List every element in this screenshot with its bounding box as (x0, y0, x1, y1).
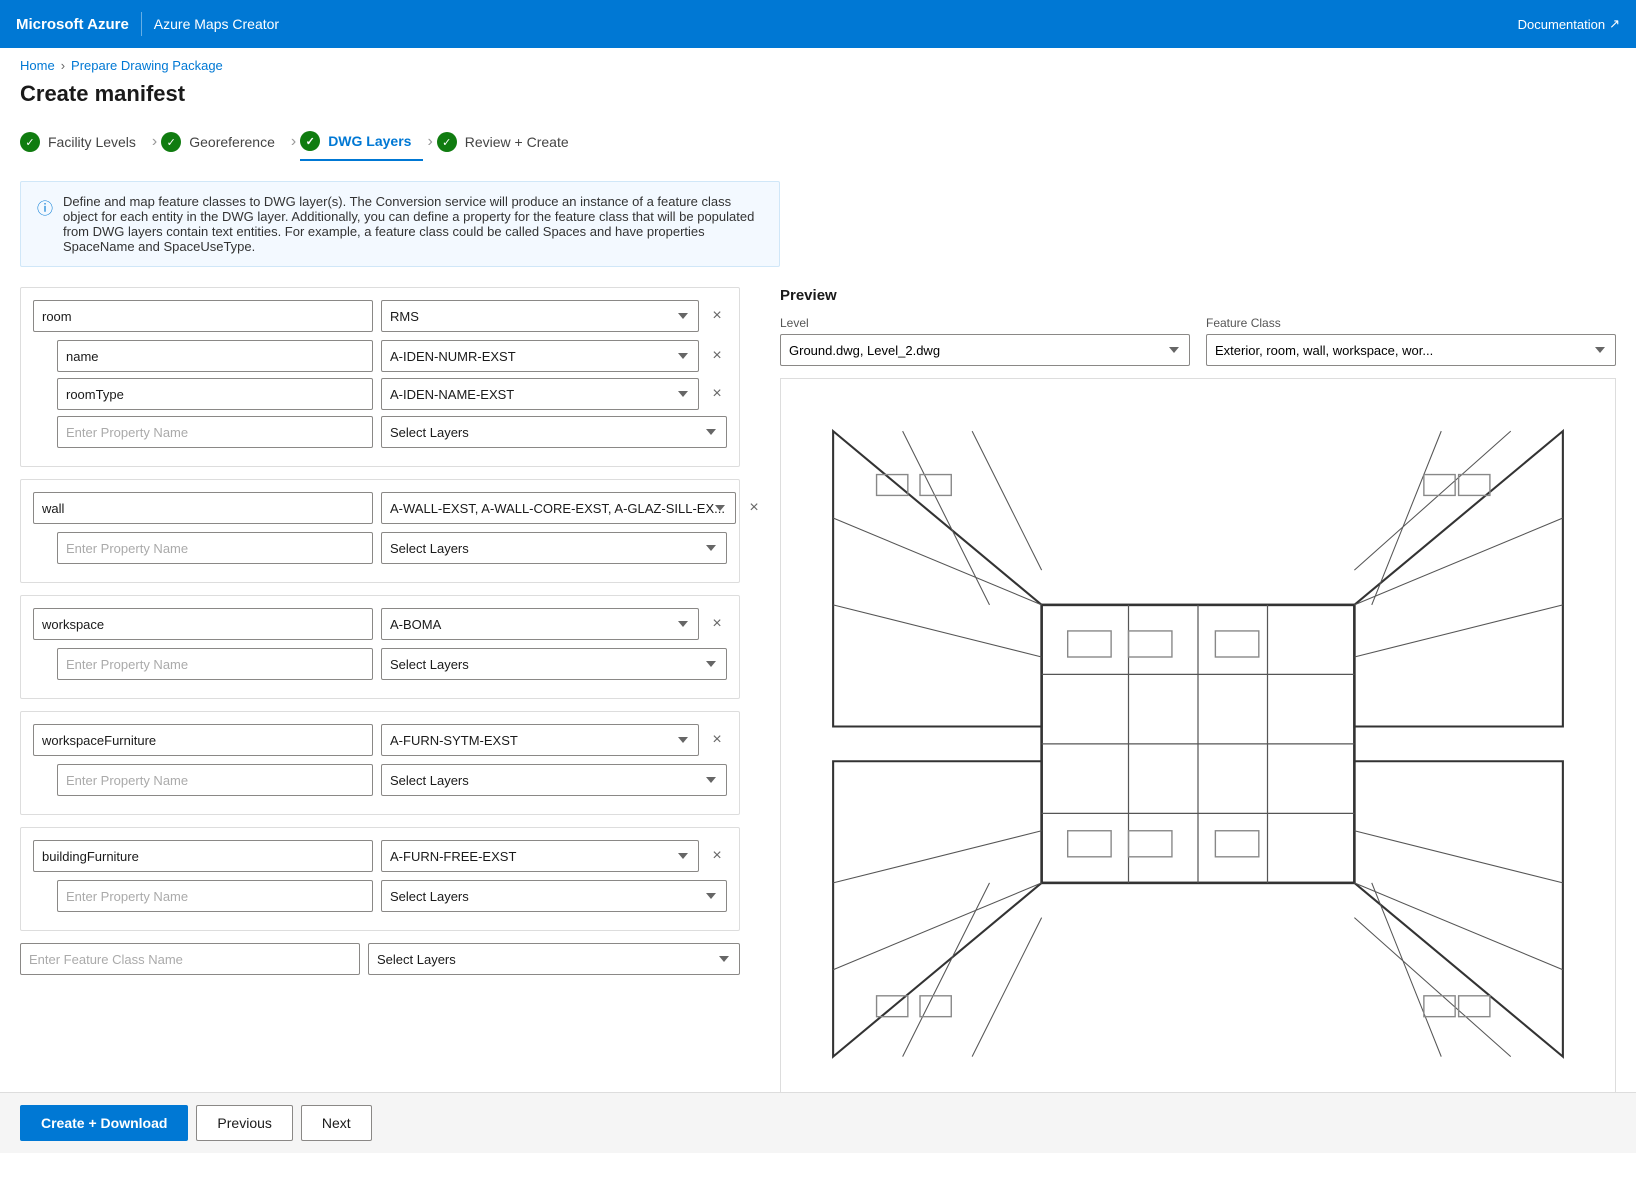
feature-row-building-furniture: A-FURN-FREE-EXST × (33, 840, 727, 872)
feature-block-room: RMS × A-IDEN-NUMR-EXST × A-IDEN-NAME-EXS… (20, 287, 740, 467)
empty-feature-row: Select Layers (20, 943, 740, 975)
prop-layer-select-building-furniture-empty[interactable]: Select Layers (381, 880, 727, 912)
remove-feature-room[interactable]: × (707, 306, 727, 326)
property-row-room-name: A-IDEN-NUMR-EXST × (33, 340, 727, 372)
prop-layer-select-workspace-furniture-empty[interactable]: Select Layers (381, 764, 727, 796)
previous-button[interactable]: Previous (196, 1105, 292, 1141)
feature-block-building-furniture: A-FURN-FREE-EXST × Select Layers (20, 827, 740, 931)
feature-name-input-workspace-furniture[interactable] (33, 724, 373, 756)
wizard-step-icon-geo: ✓ (161, 132, 181, 152)
create-download-button[interactable]: Create + Download (20, 1105, 188, 1141)
prop-name-input-room-name[interactable] (57, 340, 373, 372)
wizard-step-facility-levels[interactable]: ✓ Facility Levels (20, 124, 148, 160)
preview-title: Preview (780, 287, 1616, 304)
feature-layer-select-workspace-furniture[interactable]: A-FURN-SYTM-EXST (381, 724, 699, 756)
remove-feature-workspace[interactable]: × (707, 614, 727, 634)
main-layout: RMS × A-IDEN-NUMR-EXST × A-IDEN-NAME-EXS… (0, 287, 1636, 1130)
remove-feature-building-furniture[interactable]: × (707, 846, 727, 866)
prop-name-input-room-type[interactable] (57, 378, 373, 410)
preview-feature-class-control: Feature Class Exterior, room, wall, work… (1206, 316, 1616, 366)
breadcrumb: Home › Prepare Drawing Package (0, 48, 1636, 77)
feature-block-workspace-furniture: A-FURN-SYTM-EXST × Select Layers (20, 711, 740, 815)
prop-layer-select-room-type[interactable]: A-IDEN-NAME-EXST (381, 378, 699, 410)
wizard-step-georeference[interactable]: ✓ Georeference (161, 124, 287, 160)
remove-prop-room-name[interactable]: × (707, 346, 727, 366)
feature-layer-select-wall[interactable]: A-WALL-EXST, A-WALL-CORE-EXST, A-GLAZ-SI… (381, 492, 736, 524)
property-row-building-furniture-empty: Select Layers (33, 880, 727, 912)
preview-feature-class-select[interactable]: Exterior, room, wall, workspace, wor... (1206, 334, 1616, 366)
feature-name-input-building-furniture[interactable] (33, 840, 373, 872)
preview-level-control: Level Ground.dwg, Level_2.dwg (780, 316, 1190, 366)
feature-layer-select-new[interactable]: Select Layers (368, 943, 740, 975)
feature-block-workspace: A-BOMA × Select Layers (20, 595, 740, 699)
property-row-room-empty: Select Layers (33, 416, 727, 448)
feature-name-input-wall[interactable] (33, 492, 373, 524)
property-row-room-type: A-IDEN-NAME-EXST × (33, 378, 727, 410)
brand-name: Microsoft Azure (16, 16, 129, 33)
preview-level-select[interactable]: Ground.dwg, Level_2.dwg (780, 334, 1190, 366)
feature-row-workspace: A-BOMA × (33, 608, 727, 640)
left-panel: RMS × A-IDEN-NUMR-EXST × A-IDEN-NAME-EXS… (0, 287, 760, 1130)
feature-row-room: RMS × (33, 300, 727, 332)
app-name: Azure Maps Creator (154, 16, 279, 32)
feature-layer-select-room[interactable]: RMS (381, 300, 699, 332)
breadcrumb-separator: › (61, 58, 65, 73)
wizard-step-label-dwg: DWG Layers (328, 133, 411, 149)
feature-row-workspace-furniture: A-FURN-SYTM-EXST × (33, 724, 727, 756)
prop-name-input-building-furniture-empty[interactable] (57, 880, 373, 912)
prop-name-input-workspace-furniture-empty[interactable] (57, 764, 373, 796)
wizard-step-label-review: Review + Create (465, 134, 569, 150)
breadcrumb-home[interactable]: Home (20, 58, 55, 73)
prop-name-input-workspace-empty[interactable] (57, 648, 373, 680)
preview-controls: Level Ground.dwg, Level_2.dwg Feature Cl… (780, 316, 1616, 366)
external-link-icon: ↗ (1609, 16, 1620, 32)
remove-feature-wall[interactable]: × (744, 498, 760, 518)
footer: Create + Download Previous Next (0, 1092, 1636, 1153)
feature-name-input-workspace[interactable] (33, 608, 373, 640)
wizard-steps: ✓ Facility Levels › ✓ Georeference › ✓ D… (0, 123, 1636, 181)
property-row-workspace-furniture-empty: Select Layers (33, 764, 727, 796)
documentation-link[interactable]: Documentation ↗ (1518, 16, 1620, 32)
remove-prop-room-type[interactable]: × (707, 384, 727, 404)
prop-name-input-room-empty[interactable] (57, 416, 373, 448)
wizard-step-label-facility: Facility Levels (48, 134, 136, 150)
prop-layer-select-room-empty[interactable]: Select Layers (381, 416, 727, 448)
property-row-wall-empty: Select Layers (33, 532, 727, 564)
wizard-step-dwg-layers[interactable]: ✓ DWG Layers (300, 123, 423, 161)
feature-block-wall: A-WALL-EXST, A-WALL-CORE-EXST, A-GLAZ-SI… (20, 479, 740, 583)
preview-feature-class-label: Feature Class (1206, 316, 1616, 330)
documentation-label: Documentation (1518, 17, 1605, 32)
feature-layer-select-building-furniture[interactable]: A-FURN-FREE-EXST (381, 840, 699, 872)
info-box: ⓘ Define and map feature classes to DWG … (20, 181, 780, 267)
prop-name-input-wall-empty[interactable] (57, 532, 373, 564)
next-button[interactable]: Next (301, 1105, 372, 1141)
wizard-separator-1: › (148, 133, 161, 151)
page-title: Create manifest (0, 77, 1636, 123)
wizard-step-icon-review: ✓ (437, 132, 457, 152)
wizard-step-icon-facility: ✓ (20, 132, 40, 152)
feature-name-input-new[interactable] (20, 943, 360, 975)
topbar: Microsoft Azure Azure Maps Creator Docum… (0, 0, 1636, 48)
preview-map-image (780, 378, 1616, 1110)
prop-layer-select-workspace-empty[interactable]: Select Layers (381, 648, 727, 680)
wizard-step-review[interactable]: ✓ Review + Create (437, 124, 581, 160)
wizard-separator-2: › (287, 133, 300, 151)
wizard-step-label-geo: Georeference (189, 134, 275, 150)
feature-layer-select-workspace[interactable]: A-BOMA (381, 608, 699, 640)
feature-row-wall: A-WALL-EXST, A-WALL-CORE-EXST, A-GLAZ-SI… (33, 492, 727, 524)
prop-layer-select-room-name[interactable]: A-IDEN-NUMR-EXST (381, 340, 699, 372)
property-row-workspace-empty: Select Layers (33, 648, 727, 680)
breadcrumb-parent[interactable]: Prepare Drawing Package (71, 58, 223, 73)
topbar-divider (141, 12, 142, 36)
feature-name-input-room[interactable] (33, 300, 373, 332)
info-text: Define and map feature classes to DWG la… (63, 194, 763, 254)
info-icon: ⓘ (37, 195, 53, 254)
right-panel: Preview Level Ground.dwg, Level_2.dwg Fe… (760, 287, 1636, 1130)
wizard-step-icon-dwg: ✓ (300, 131, 320, 151)
wizard-separator-3: › (423, 133, 436, 151)
preview-level-label: Level (780, 316, 1190, 330)
prop-layer-select-wall-empty[interactable]: Select Layers (381, 532, 727, 564)
remove-feature-workspace-furniture[interactable]: × (707, 730, 727, 750)
